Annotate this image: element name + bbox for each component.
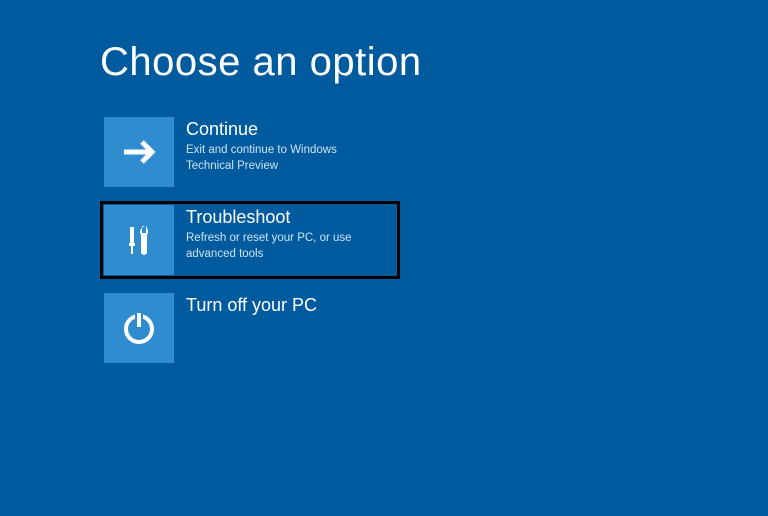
troubleshoot-desc: Refresh or reset your PC, or use advance…	[186, 231, 366, 262]
turn-off-title: Turn off your PC	[186, 295, 396, 316]
continue-option[interactable]: Continue Exit and continue to Windows Te…	[100, 113, 400, 191]
tools-icon	[104, 205, 174, 275]
turn-off-text: Turn off your PC	[174, 293, 396, 319]
troubleshoot-text: Troubleshoot Refresh or reset your PC, o…	[174, 205, 396, 262]
continue-desc: Exit and continue to Windows Technical P…	[186, 143, 366, 174]
continue-title: Continue	[186, 119, 396, 140]
arrow-right-icon	[104, 117, 174, 187]
power-icon	[104, 293, 174, 363]
continue-text: Continue Exit and continue to Windows Te…	[174, 117, 396, 174]
troubleshoot-option[interactable]: Troubleshoot Refresh or reset your PC, o…	[100, 201, 400, 279]
troubleshoot-title: Troubleshoot	[186, 207, 396, 228]
turn-off-option[interactable]: Turn off your PC	[100, 289, 400, 367]
recovery-options-screen: Choose an option Continue Exit and conti…	[0, 0, 768, 367]
page-title: Choose an option	[100, 40, 768, 85]
